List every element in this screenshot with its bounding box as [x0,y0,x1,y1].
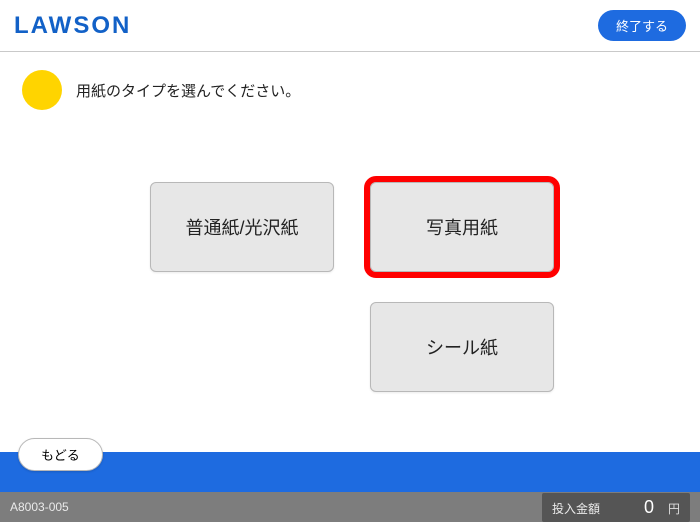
prompt-text: 用紙のタイプを選んでください。 [76,80,300,101]
deposit-unit: 円 [668,500,680,517]
back-button[interactable]: もどる [18,438,103,471]
option-photo-button[interactable]: 写真用紙 [370,182,554,272]
prompt-dot-icon [22,70,62,110]
deposit-box: 投入金額 0 円 [542,493,690,522]
option-plain-gloss-button[interactable]: 普通紙/光沢紙 [150,182,334,272]
header: LAWSON 終了する [0,0,700,52]
options-area: 普通紙/光沢紙 写真用紙 シール紙 [0,110,700,452]
brand-logo: LAWSON [14,12,131,40]
screen-id: A8003-005 [10,500,69,514]
deposit-amount: 0 [614,497,654,518]
end-button[interactable]: 終了する [598,10,686,41]
footer: A8003-005 投入金額 0 円 [0,492,700,522]
option-seal-button[interactable]: シール紙 [370,302,554,392]
prompt-row: 用紙のタイプを選んでください。 [0,52,700,110]
screen: LAWSON 終了する 用紙のタイプを選んでください。 普通紙/光沢紙 写真用紙… [0,0,700,522]
bottom-bar: もどる [0,452,700,492]
deposit-label: 投入金額 [552,500,600,517]
